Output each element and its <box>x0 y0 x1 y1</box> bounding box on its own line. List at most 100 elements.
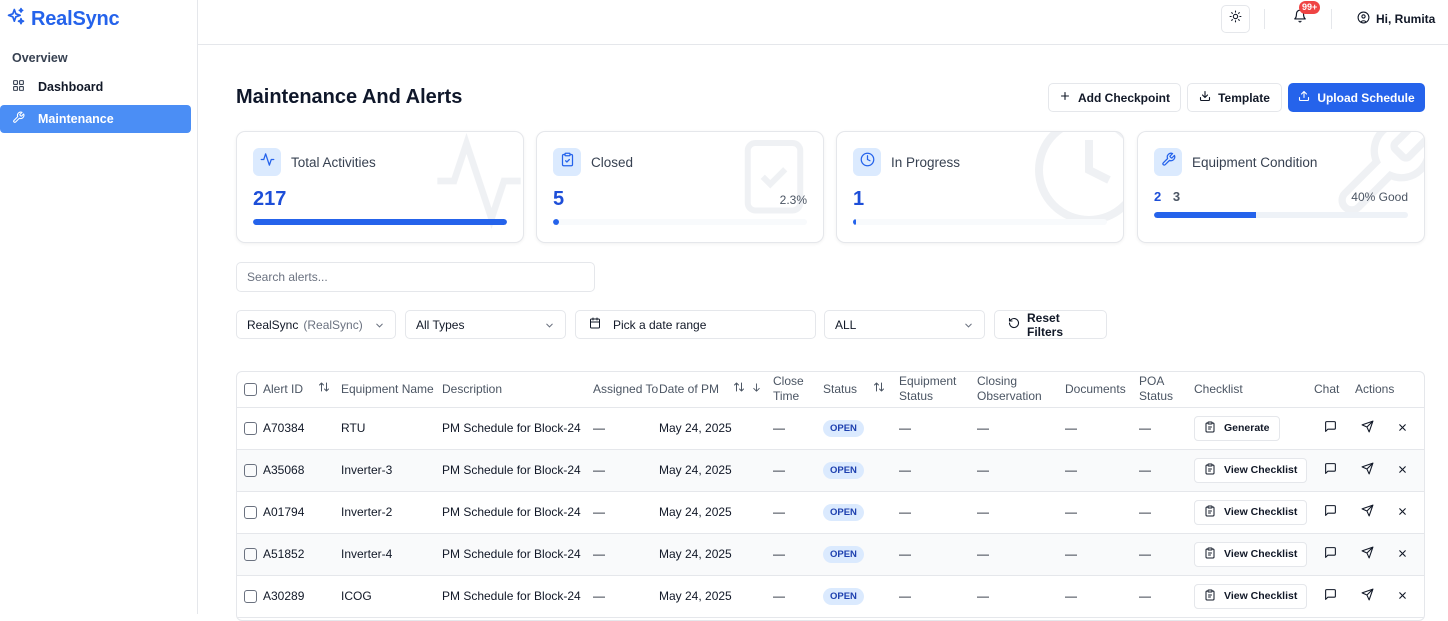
message-square-icon <box>1324 546 1337 562</box>
site-select-value: RealSync <box>247 317 299 332</box>
alert-id-cell: A51852 <box>263 533 341 576</box>
description-cell: PM Schedule for Block-24 <box>442 407 593 450</box>
delete-button[interactable] <box>1394 547 1410 563</box>
col-date-of-pm[interactable]: Date of PM <box>659 372 773 408</box>
close-icon <box>1397 464 1408 478</box>
checklist-button[interactable]: View Checklist <box>1194 457 1308 483</box>
date-of-pm-cell: May 24, 2025 <box>659 491 773 534</box>
progress-fill <box>853 219 856 225</box>
card-icon-wrap <box>1154 148 1182 176</box>
send-button[interactable] <box>1359 462 1375 478</box>
delete-button[interactable] <box>1394 505 1410 521</box>
chat-button[interactable] <box>1322 588 1338 604</box>
closing-observation-cell: — <box>977 407 1065 450</box>
app-logo[interactable]: RealSync <box>6 7 120 31</box>
table-row: A35068 Inverter-3 PM Schedule for Block-… <box>237 449 1424 492</box>
close-time-cell: — <box>773 491 823 534</box>
upload-schedule-button[interactable]: Upload Schedule <box>1288 83 1425 112</box>
status-badge: OPEN <box>823 461 864 479</box>
checklist-button[interactable]: View Checklist <box>1194 583 1308 609</box>
row-checkbox[interactable] <box>244 548 257 562</box>
documents-cell: — <box>1065 491 1139 534</box>
send-button[interactable] <box>1359 588 1375 604</box>
poa-status-cell: — <box>1139 407 1194 450</box>
checklist-button[interactable]: Generate <box>1194 415 1280 441</box>
user-menu[interactable]: Hi, Rumita <box>1357 11 1435 27</box>
chat-button[interactable] <box>1322 462 1338 478</box>
row-checkbox[interactable] <box>244 506 257 520</box>
status-select[interactable]: ALL <box>824 310 985 339</box>
date-range-picker[interactable]: Pick a date range <box>575 310 816 339</box>
poa-status-cell: — <box>1139 533 1194 576</box>
arrow-down-icon[interactable] <box>751 382 762 397</box>
progress-bar <box>553 219 807 225</box>
sort-icon[interactable] <box>733 381 745 397</box>
send-button[interactable] <box>1359 504 1375 520</box>
equipment-name-cell: Inverter-2 <box>341 491 442 534</box>
equipment-status-cell: — <box>899 575 977 618</box>
status-badge: OPEN <box>823 545 864 563</box>
table-row: A30289 ICOG PM Schedule for Block-24 — M… <box>237 575 1424 618</box>
select-all-checkbox[interactable] <box>244 383 257 397</box>
delete-button[interactable] <box>1394 589 1410 605</box>
sidebar-item-dashboard[interactable]: Dashboard <box>0 73 191 101</box>
download-icon <box>1199 90 1211 105</box>
delete-button[interactable] <box>1394 421 1410 437</box>
poa-status-cell: — <box>1139 575 1194 618</box>
divider <box>1331 9 1332 29</box>
search-input[interactable] <box>236 262 595 292</box>
card-title: Closed <box>591 155 634 170</box>
delete-button[interactable] <box>1394 463 1410 479</box>
checklist-button[interactable]: View Checklist <box>1194 541 1308 567</box>
table-row: A01794 Inverter-2 PM Schedule for Block-… <box>237 491 1424 534</box>
topbar: 99+ Hi, Rumita <box>198 0 1448 45</box>
sort-icon[interactable] <box>873 381 885 397</box>
template-button[interactable]: Template <box>1187 83 1282 112</box>
chevron-down-icon <box>544 320 555 334</box>
alert-id-cell: A35068 <box>263 449 341 492</box>
type-select-value: All Types <box>416 317 465 332</box>
header-label: Alert ID <box>263 381 304 396</box>
checklist-button[interactable]: View Checklist <box>1194 499 1308 525</box>
chat-button[interactable] <box>1322 504 1338 520</box>
equipment-status-cell: — <box>899 533 977 576</box>
progress-fill <box>1154 212 1256 218</box>
send-button[interactable] <box>1359 546 1375 562</box>
site-select[interactable]: RealSync (RealSync) <box>236 310 396 339</box>
page-title: Maintenance And Alerts <box>236 86 463 108</box>
send-icon <box>1361 420 1374 436</box>
closing-observation-cell: — <box>977 449 1065 492</box>
chat-button[interactable] <box>1322 546 1338 562</box>
progress-bar <box>253 219 507 225</box>
date-of-pm-cell: May 24, 2025 <box>659 575 773 618</box>
equipment-good-count: 2 <box>1154 189 1162 204</box>
row-checkbox[interactable] <box>244 422 257 436</box>
row-checkbox[interactable] <box>244 590 257 604</box>
clipboard-icon <box>1204 421 1216 436</box>
rotate-ccw-icon <box>1008 317 1020 332</box>
send-button[interactable] <box>1359 420 1375 436</box>
col-alert-id[interactable]: Alert ID <box>263 372 341 408</box>
checklist-button-label: Generate <box>1224 422 1270 434</box>
equipment-condition-card: Equipment Condition 2 3 40% Good <box>1137 131 1425 243</box>
documents-cell: — <box>1065 449 1139 492</box>
equipment-name-cell: ICOG <box>341 575 442 618</box>
checklist-button-label: View Checklist <box>1224 464 1298 476</box>
row-checkbox[interactable] <box>244 464 257 478</box>
sidebar-item-maintenance[interactable]: Maintenance <box>0 105 191 133</box>
add-checkpoint-button[interactable]: Add Checkpoint <box>1048 83 1181 112</box>
closing-observation-cell: — <box>977 575 1065 618</box>
reset-filters-button[interactable]: Reset Filters <box>994 310 1107 339</box>
theme-toggle-button[interactable] <box>1221 5 1250 33</box>
col-checklist: Checklist <box>1194 372 1314 408</box>
app-name: RealSync <box>31 7 120 30</box>
sun-icon <box>1229 10 1242 28</box>
close-time-cell: — <box>773 407 823 450</box>
col-status[interactable]: Status <box>823 372 899 408</box>
sort-icon[interactable] <box>318 381 330 397</box>
type-select[interactable]: All Types <box>405 310 566 339</box>
description-cell: PM Schedule for Block-24 <box>442 449 593 492</box>
chat-button[interactable] <box>1322 420 1338 436</box>
reset-filters-label: Reset Filters <box>1027 310 1064 339</box>
documents-cell: — <box>1065 407 1139 450</box>
